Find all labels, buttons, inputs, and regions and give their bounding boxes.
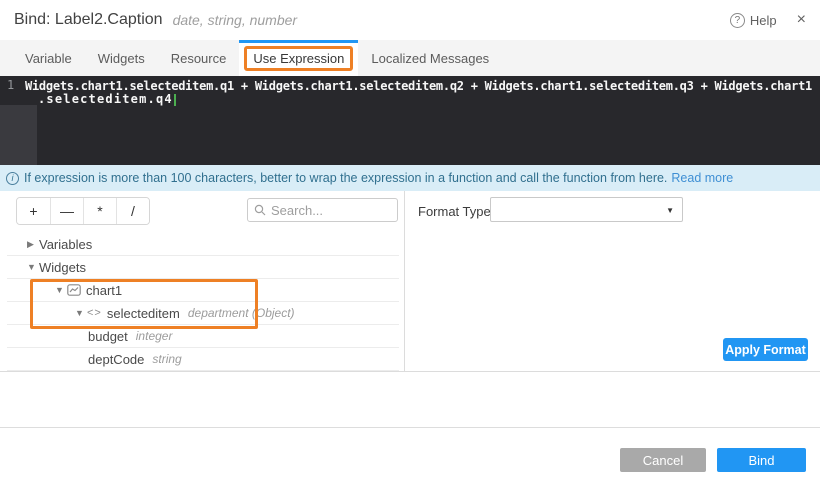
expression-editor[interactable]: 1 Widgets.chart1.selecteditem.q1 + Widge… xyxy=(0,76,820,165)
tab-variable[interactable]: Variable xyxy=(12,40,85,76)
chevron-down-icon[interactable]: ▼ xyxy=(55,285,67,295)
tree-item-variables[interactable]: ▶ Variables xyxy=(7,233,399,256)
dialog-title: Bind: Label2.Caption xyxy=(14,11,163,29)
tab-resource[interactable]: Resource xyxy=(158,40,240,76)
format-panel: Format Type ▼ Apply Format xyxy=(405,191,820,371)
search-box xyxy=(247,198,398,222)
title-bar: Bind: Label2.Caption date, string, numbe… xyxy=(0,0,820,40)
line-number: 1 xyxy=(7,78,14,92)
minus-operator-button[interactable]: — xyxy=(50,198,83,224)
dialog-subtitle: date, string, number xyxy=(173,12,298,28)
dropdown-caret-icon: ▼ xyxy=(666,206,674,215)
tree-item-chart1[interactable]: ▼ chart1 xyxy=(7,279,399,302)
tree-item-budget[interactable]: budget integer xyxy=(7,325,399,348)
expression-line-2: .selecteditem.q4 xyxy=(38,92,176,106)
apply-format-button[interactable]: Apply Format xyxy=(723,338,808,361)
help-icon[interactable]: ? xyxy=(730,13,745,28)
operator-button-group: + — * / xyxy=(16,197,150,225)
close-icon[interactable]: × xyxy=(797,12,806,28)
tree-item-type: department (Object) xyxy=(188,306,295,320)
tab-widgets[interactable]: Widgets xyxy=(85,40,158,76)
tab-use-expression[interactable]: Use Expression xyxy=(239,40,358,76)
info-bar: i If expression is more than 100 charact… xyxy=(0,165,820,191)
tree-item-label: Variables xyxy=(39,237,92,252)
plus-operator-button[interactable]: + xyxy=(17,198,50,224)
editor-gutter xyxy=(0,105,37,165)
tree-item-label: selecteditem xyxy=(107,306,180,321)
tree-item-selecteditem[interactable]: ▼ <> selecteditem department (Object) xyxy=(7,302,399,325)
info-icon: i xyxy=(6,172,19,185)
help-link[interactable]: Help xyxy=(750,13,777,28)
chevron-down-icon[interactable]: ▼ xyxy=(27,262,39,272)
chevron-right-icon[interactable]: ▶ xyxy=(27,239,39,250)
text-cursor xyxy=(174,94,176,106)
tree-item-type: integer xyxy=(136,329,173,343)
info-message: If expression is more than 100 character… xyxy=(24,171,667,185)
tab-localized-messages[interactable]: Localized Messages xyxy=(358,40,502,76)
tree-item-type: string xyxy=(152,352,181,366)
dialog-footer: Cancel Bind xyxy=(0,427,820,487)
cancel-button[interactable]: Cancel xyxy=(620,448,706,472)
search-input[interactable] xyxy=(271,203,391,218)
main-panels: + — * / ▶ Variables ▼ Widgets ▼ xyxy=(0,191,820,372)
bind-button[interactable]: Bind xyxy=(717,448,806,472)
expression-builder-panel: + — * / ▶ Variables ▼ Widgets ▼ xyxy=(0,191,405,371)
tree-item-label: budget xyxy=(88,329,128,344)
divide-operator-button[interactable]: / xyxy=(116,198,149,224)
search-icon xyxy=(254,204,266,216)
expression-line-1: Widgets.chart1.selecteditem.q1 + Widgets… xyxy=(25,79,812,93)
chevron-down-icon[interactable]: ▼ xyxy=(75,308,87,318)
tree-item-label: chart1 xyxy=(86,283,122,298)
multiply-operator-button[interactable]: * xyxy=(83,198,116,224)
tab-bar: Variable Widgets Resource Use Expression… xyxy=(0,40,820,76)
object-icon: <> xyxy=(87,307,102,319)
format-type-label: Format Type xyxy=(418,204,491,219)
format-type-select[interactable]: ▼ xyxy=(490,197,683,222)
tree-item-widgets[interactable]: ▼ Widgets xyxy=(7,256,399,279)
tree-item-label: Widgets xyxy=(39,260,86,275)
tree-item-label: deptCode xyxy=(88,352,144,367)
titlebar-actions: ? Help × xyxy=(730,12,806,28)
chart-icon xyxy=(67,284,81,296)
bind-dialog: Bind: Label2.Caption date, string, numbe… xyxy=(0,0,820,487)
tree-item-deptcode[interactable]: deptCode string xyxy=(7,348,399,371)
binding-tree: ▶ Variables ▼ Widgets ▼ chart1 ▼ <> sele… xyxy=(7,233,399,371)
tab-use-expression-label: Use Expression xyxy=(244,46,353,71)
read-more-link[interactable]: Read more xyxy=(671,171,733,185)
